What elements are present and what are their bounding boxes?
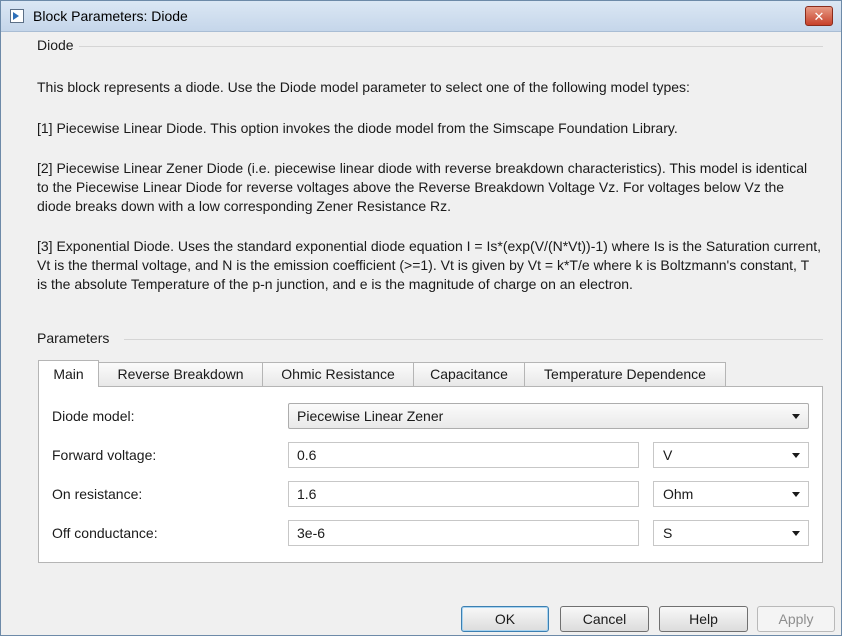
parameters-group-label: Parameters [37, 330, 110, 346]
simulink-block-icon [10, 9, 24, 23]
diode-model-label: Diode model: [52, 408, 135, 424]
off-conductance-unit-select[interactable]: S [653, 520, 809, 546]
on-resistance-input[interactable]: 1.6 [288, 481, 639, 507]
apply-button[interactable]: Apply [757, 606, 835, 632]
cancel-button[interactable]: Cancel [560, 606, 649, 632]
ok-button[interactable]: OK [461, 606, 549, 632]
diode-model-dropdown[interactable]: Piecewise Linear Zener [288, 403, 809, 429]
forward-voltage-unit: V [663, 447, 673, 463]
forward-voltage-label: Forward voltage: [52, 447, 157, 463]
tab-capacitance[interactable]: Capacitance [413, 362, 525, 386]
title-bar[interactable]: Block Parameters: Diode ✕ [1, 1, 841, 32]
block-parameters-dialog: Block Parameters: Diode ✕ Diode This blo… [0, 0, 842, 636]
chevron-down-icon [792, 453, 800, 458]
off-conductance-unit: S [663, 525, 673, 541]
on-resistance-unit: Ohm [663, 486, 694, 502]
forward-voltage-input[interactable]: 0.6 [288, 442, 639, 468]
tab-ohmic-resistance[interactable]: Ohmic Resistance [262, 362, 414, 386]
tab-temperature-dependence[interactable]: Temperature Dependence [524, 362, 726, 386]
block-group-label: Diode [37, 37, 74, 53]
block-description-item-1: [1] Piecewise Linear Diode. This option … [37, 120, 678, 136]
on-resistance-unit-select[interactable]: Ohm [653, 481, 809, 507]
close-button[interactable]: ✕ [805, 6, 833, 26]
block-description-item-2: [2] Piecewise Linear Zener Diode (i.e. p… [37, 160, 808, 214]
forward-voltage-unit-select[interactable]: V [653, 442, 809, 468]
off-conductance-label: Off conductance: [52, 525, 158, 541]
parameters-group-divider [124, 339, 823, 340]
help-button[interactable]: Help [659, 606, 748, 632]
chevron-down-icon [792, 414, 800, 419]
chevron-down-icon [792, 531, 800, 536]
chevron-down-icon [792, 492, 800, 497]
off-conductance-input[interactable]: 3e-6 [288, 520, 639, 546]
tab-reverse-breakdown[interactable]: Reverse Breakdown [98, 362, 263, 386]
block-group-divider [79, 46, 823, 47]
window-title: Block Parameters: Diode [33, 8, 188, 24]
diode-model-value: Piecewise Linear Zener [297, 408, 444, 424]
tab-main[interactable]: Main [38, 360, 99, 387]
block-description-intro: This block represents a diode. Use the D… [37, 79, 690, 95]
on-resistance-label: On resistance: [52, 486, 143, 502]
block-description-item-3: [3] Exponential Diode. Uses the standard… [37, 238, 822, 292]
